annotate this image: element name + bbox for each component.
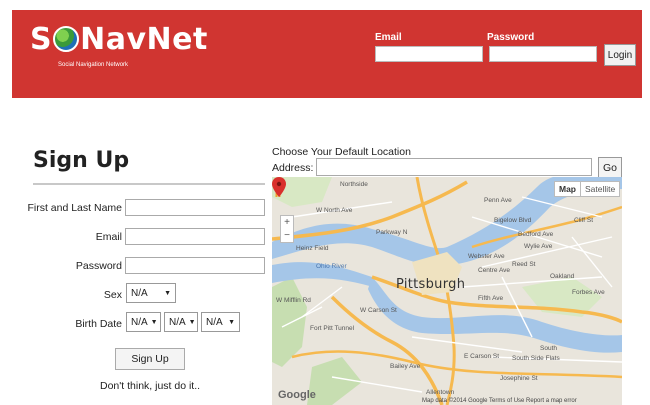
map-label: Webster Ave xyxy=(468,253,505,260)
zoom-control: + − xyxy=(280,215,294,243)
map-label: W North Ave xyxy=(316,207,353,214)
map-label: Reed St xyxy=(512,261,536,268)
email-input[interactable] xyxy=(125,228,265,245)
map-label: E Carson St xyxy=(464,353,500,360)
birth-year-value: N/A xyxy=(206,316,223,328)
zoom-in-button[interactable]: + xyxy=(281,216,293,229)
map-label: Penn Ave xyxy=(484,197,512,204)
name-input[interactable] xyxy=(125,199,265,216)
map-label: Cliff St xyxy=(574,217,594,224)
signup-button[interactable]: Sign Up xyxy=(115,348,185,370)
map-label: South Side Flats xyxy=(512,355,560,362)
logo-text-end: NavNet xyxy=(80,22,208,57)
password-label: Password xyxy=(75,260,122,272)
map-label: W Carson St xyxy=(360,307,397,314)
chevron-down-icon: ▼ xyxy=(164,289,171,297)
signup-title: Sign Up xyxy=(33,148,130,173)
tagline: Social Navigation Network xyxy=(58,62,129,68)
login-password-label: Password xyxy=(487,32,535,43)
birthdate-label: Birth Date xyxy=(75,318,122,330)
map-label: Bedford Ave xyxy=(518,231,554,238)
map-label: South xyxy=(540,345,557,352)
site-header: S NavNet Social Navigation Network Email … xyxy=(12,10,642,98)
chevron-down-icon: ▼ xyxy=(228,318,235,326)
zoom-out-button[interactable]: − xyxy=(281,229,293,242)
go-button[interactable]: Go xyxy=(598,157,622,178)
map-label: Centre Ave xyxy=(478,267,511,274)
chevron-down-icon: ▼ xyxy=(188,318,196,326)
name-label: First and Last Name xyxy=(27,202,122,214)
birth-day-select[interactable]: N/A ▼ xyxy=(164,312,198,332)
birth-month-value: N/A xyxy=(131,316,148,328)
map-label: Fort Pitt Tunnel xyxy=(310,325,355,332)
sex-select[interactable]: N/A ▼ xyxy=(126,283,176,303)
login-password-input[interactable] xyxy=(489,46,597,62)
map-label: Ohio River xyxy=(316,263,347,270)
map-attribution[interactable]: Map data ©2014 Google Terms of Use Repor… xyxy=(422,398,577,404)
password-input[interactable] xyxy=(125,257,265,274)
map-label: W Mifflin Rd xyxy=(276,297,311,304)
login-email-input[interactable] xyxy=(375,46,483,62)
map-type-map-button[interactable]: Map xyxy=(554,181,581,197)
divider xyxy=(33,183,265,185)
sex-label: Sex xyxy=(103,289,122,301)
map-label: Heinz Field xyxy=(296,245,329,252)
logo[interactable]: S NavNet xyxy=(30,22,208,57)
map-label: Fifth Ave xyxy=(478,295,504,302)
birth-year-select[interactable]: N/A ▼ xyxy=(201,312,240,332)
map-type-satellite-button[interactable]: Satellite xyxy=(580,181,621,197)
address-input[interactable] xyxy=(316,158,592,176)
map-label: Oakland xyxy=(550,273,575,280)
login-email-label: Email xyxy=(375,32,402,43)
map-label: Forbes Ave xyxy=(572,289,605,296)
map-label: Bailey Ave xyxy=(390,363,421,370)
google-logo: Google xyxy=(278,389,316,401)
map-pin-icon[interactable] xyxy=(272,177,286,197)
location-title: Choose Your Default Location xyxy=(272,146,411,158)
map-label: Northside xyxy=(340,181,368,188)
map[interactable]: + − Map Satellite Northside W North Ave … xyxy=(272,177,622,405)
slogan: Don't think, just do it.. xyxy=(100,380,201,392)
birth-day-value: N/A xyxy=(169,316,186,328)
globe-icon xyxy=(53,26,80,52)
chevron-down-icon: ▼ xyxy=(150,318,158,326)
address-label: Address: xyxy=(272,162,314,174)
map-label: Wylie Ave xyxy=(524,243,553,250)
sex-select-value: N/A xyxy=(131,287,148,299)
map-label: Parkway N xyxy=(376,229,408,236)
city-label: Pittsburgh xyxy=(396,277,466,292)
birth-month-select[interactable]: N/A ▼ xyxy=(126,312,161,332)
map-label: Josephine St xyxy=(500,375,538,382)
map-label: Bigelow Blvd xyxy=(494,217,532,224)
map-label: Allentown xyxy=(426,389,455,396)
logo-text-start: S xyxy=(30,22,53,57)
email-label: Email xyxy=(95,231,122,243)
login-button[interactable]: Login xyxy=(604,44,636,66)
